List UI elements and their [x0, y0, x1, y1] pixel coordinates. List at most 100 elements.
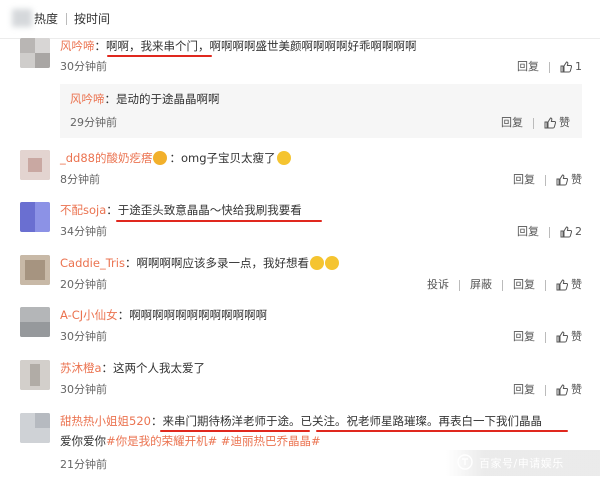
- comment-separator: ：: [106, 203, 118, 217]
- comment-time: 30分钟前: [60, 330, 107, 343]
- reply-button[interactable]: 回复: [513, 383, 535, 397]
- comment-line: Caddie_Tris：啊啊啊啊应该多录一点，我好想看: [60, 255, 339, 271]
- comment-text: 于途歪头致意晶晶～快给我刷我要看: [117, 203, 302, 217]
- action-divider: [533, 117, 534, 129]
- action-divider: [502, 279, 503, 291]
- reply-button[interactable]: 回复: [517, 60, 539, 74]
- comment-text: 这两个人我太爱了: [113, 361, 206, 375]
- comment-text: 啊啊，我来串个门，啊啊啊啊盛世美颜啊啊啊啊好乖啊啊啊啊: [106, 39, 417, 53]
- reply-line: 风吟啼：是动的于途晶晶啊啊: [70, 91, 220, 107]
- comment-actions: 投诉 屏蔽 回复 赞: [427, 278, 582, 292]
- comment-line: 风吟啼：啊啊，我来串个门，啊啊啊啊盛世美颜啊啊啊啊好乖啊啊啊啊: [60, 38, 417, 54]
- like-label: 赞: [571, 383, 582, 396]
- comment-time: 21分钟前: [60, 458, 107, 471]
- like-count: 1: [575, 60, 582, 73]
- comment-separator: ：: [94, 39, 107, 53]
- comment-username[interactable]: 不配soja: [60, 203, 106, 217]
- comment-time: 30分钟前: [60, 60, 107, 73]
- like-button[interactable]: 赞: [556, 173, 582, 187]
- comment-text: omg子宝贝太瘦了: [180, 151, 276, 165]
- comment-item: 苏沐橙a：这两个人我太爱了 30分钟前 回复 赞: [0, 360, 600, 405]
- comment-actions: 回复 赞: [513, 173, 582, 187]
- avatar[interactable]: [20, 360, 50, 390]
- comment-separator: ：: [117, 308, 130, 322]
- comment-separator: ：: [124, 256, 137, 270]
- like-button[interactable]: 1: [560, 60, 582, 74]
- like-button[interactable]: 赞: [556, 330, 582, 344]
- comment-item: Caddie_Tris：啊啊啊啊应该多录一点，我好想看 20分钟前 投诉 屏蔽 …: [0, 255, 600, 300]
- reply-text: 是动的于途晶晶啊啊: [116, 92, 220, 106]
- thumbs-up-icon: [544, 117, 556, 129]
- comment-actions: 回复 赞: [513, 330, 582, 344]
- reply-button[interactable]: 回复: [501, 116, 523, 130]
- comment-separator: ：: [150, 414, 163, 428]
- avatar[interactable]: [20, 202, 50, 232]
- like-button[interactable]: 赞: [556, 278, 582, 292]
- comment-text: 啊啊啊啊啊啊啊啊啊啊啊啊: [129, 308, 268, 322]
- nested-reply: 风吟啼：是动的于途晶晶啊啊 29分钟前 回复 赞: [60, 84, 582, 138]
- comment-line: 不配soja：于途歪头致意晶晶～快给我刷我要看: [60, 202, 302, 218]
- thumbs-up-icon: [556, 331, 568, 343]
- comment-username[interactable]: A-CJ小仙女: [60, 308, 118, 322]
- comment-line: _dd88的酸奶疙瘩 ：omg子宝贝太瘦了: [60, 150, 291, 166]
- comment-line: A-CJ小仙女：啊啊啊啊啊啊啊啊啊啊啊啊: [60, 307, 267, 323]
- highlight-underline: [116, 220, 322, 222]
- avatar[interactable]: [20, 255, 50, 285]
- comment-text: 啊啊啊啊应该多录一点，我好想看: [136, 256, 309, 270]
- block-button[interactable]: 屏蔽: [470, 278, 492, 292]
- comment-separator: ：: [169, 151, 181, 165]
- comment-actions: 回复 1: [517, 60, 582, 74]
- sort-by-time[interactable]: 按时间: [74, 12, 110, 26]
- comment-username[interactable]: 甜热热小姐姐520: [60, 414, 151, 428]
- blurred-avatar: [12, 9, 32, 27]
- sort-divider: [66, 13, 67, 25]
- comment-time: 8分钟前: [60, 173, 100, 186]
- like-button[interactable]: 赞: [544, 116, 570, 130]
- like-label: 赞: [571, 173, 582, 186]
- complain-button[interactable]: 投诉: [427, 278, 449, 292]
- highlight-underline: [107, 55, 212, 57]
- hashtags[interactable]: #你是我的荣耀开机# #迪丽热巴乔晶晶#: [106, 434, 321, 448]
- comment-time: 34分钟前: [60, 225, 107, 238]
- comment-actions: 回复 2: [517, 225, 582, 239]
- action-divider: [545, 384, 546, 396]
- comment-item: A-CJ小仙女：啊啊啊啊啊啊啊啊啊啊啊啊 30分钟前 回复 赞: [0, 307, 600, 352]
- thumbs-up-icon: [560, 61, 572, 73]
- comment-username[interactable]: _dd88的酸奶疙瘩: [60, 151, 152, 165]
- action-divider: [549, 226, 550, 238]
- like-button[interactable]: 2: [560, 225, 582, 239]
- comment-item: _dd88的酸奶疙瘩 ：omg子宝贝太瘦了 8分钟前 回复 赞: [0, 150, 600, 195]
- sad-emoji-icon: [324, 256, 339, 270]
- comment-line: 苏沐橙a：这两个人我太爱了: [60, 360, 205, 376]
- comment-line: 甜热热小姐姐520：来串门期待杨洋老师于途。已关注。祝老师星路璀璨。再表白一下我…: [60, 413, 542, 429]
- reply-button[interactable]: 回复: [513, 278, 535, 292]
- avatar[interactable]: [20, 38, 50, 68]
- comment-username[interactable]: 风吟啼: [60, 39, 95, 53]
- action-divider: [545, 174, 546, 186]
- sort-by-heat[interactable]: 热度: [34, 12, 58, 26]
- comment-item: 风吟啼：啊啊，我来串个门，啊啊啊啊盛世美颜啊啊啊啊好乖啊啊啊啊 30分钟前 回复…: [0, 38, 600, 148]
- avatar[interactable]: [20, 307, 50, 337]
- thumbs-up-icon: [560, 226, 572, 238]
- reply-username[interactable]: 风吟啼: [70, 92, 105, 106]
- action-divider: [545, 279, 546, 291]
- comment-line-2: 爱你爱你#你是我的荣耀开机# #迪丽热巴乔晶晶#: [60, 433, 321, 449]
- comment-text-continued: 爱你爱你: [60, 434, 106, 448]
- comment-separator: ：: [101, 361, 114, 375]
- like-count: 2: [575, 225, 582, 238]
- like-button[interactable]: 赞: [556, 383, 582, 397]
- like-label: 赞: [571, 330, 582, 343]
- like-label: 赞: [571, 278, 582, 291]
- comment-username[interactable]: Caddie_Tris: [60, 256, 125, 270]
- reply-button[interactable]: 回复: [513, 330, 535, 344]
- crying-emoji-icon: [309, 256, 324, 270]
- thumbs-up-icon: [556, 279, 568, 291]
- reply-separator: ：: [104, 92, 117, 106]
- action-divider: [545, 331, 546, 343]
- avatar[interactable]: [20, 150, 50, 180]
- avatar[interactable]: [20, 413, 50, 443]
- reply-button[interactable]: 回复: [513, 173, 535, 187]
- comment-username[interactable]: 苏沐橙a: [60, 361, 102, 375]
- comment-item: 不配soja：于途歪头致意晶晶～快给我刷我要看 34分钟前 回复 2: [0, 202, 600, 247]
- reply-button[interactable]: 回复: [517, 225, 539, 239]
